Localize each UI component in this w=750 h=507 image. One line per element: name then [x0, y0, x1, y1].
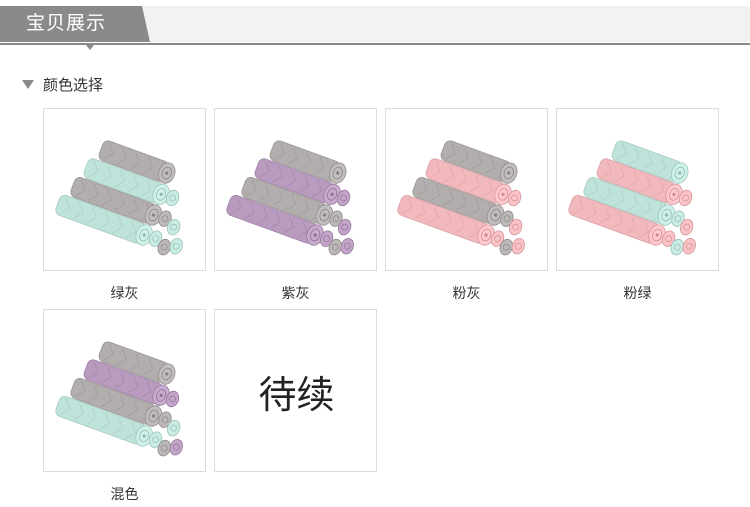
header-title: 宝贝展示: [26, 12, 107, 34]
triangle-down-icon: [22, 80, 34, 89]
towel-image: [55, 140, 183, 256]
product-card-mixed[interactable]: [43, 309, 206, 472]
header-notch-icon: [86, 45, 94, 50]
product-label: 粉灰: [452, 286, 481, 302]
coming-soon-text: 待续: [258, 373, 335, 417]
header-divider: [0, 43, 750, 45]
product-card-pink-gray[interactable]: [385, 108, 548, 271]
towel-image: [568, 140, 696, 256]
product-label: 紫灰: [281, 286, 310, 302]
product-label: 混色: [110, 487, 139, 503]
product-label: 粉绿: [623, 286, 652, 302]
towel-image: [226, 140, 354, 256]
product-card-purple-gray[interactable]: [214, 108, 377, 271]
towel-image: [55, 341, 183, 457]
product-card-green-gray[interactable]: [43, 108, 206, 271]
towel-image: [397, 140, 525, 256]
page-header: 宝贝展示: [0, 0, 750, 50]
coming-soon-card: 待续: [214, 309, 377, 472]
section-title: 颜色选择: [43, 75, 104, 94]
color-selection-heading: 颜色选择: [22, 74, 103, 94]
product-label: 绿灰: [110, 286, 139, 302]
product-card-pink-green[interactable]: [556, 108, 719, 271]
